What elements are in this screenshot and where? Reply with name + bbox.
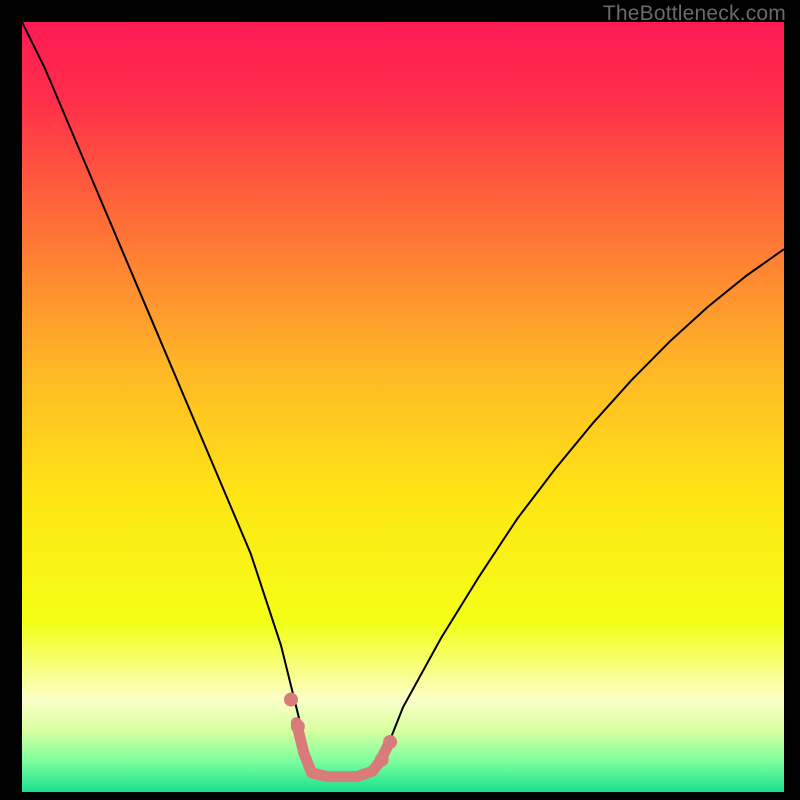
watermark-text: TheBottleneck.com	[603, 2, 786, 26]
sweet-spot-dots-point	[383, 735, 397, 749]
sweet-spot-dots-point	[375, 753, 389, 767]
sweet-spot-dots-point	[291, 720, 305, 734]
sweet-spot-band	[296, 723, 387, 777]
chart-frame: TheBottleneck.com	[0, 0, 800, 800]
bottleneck-curve	[22, 22, 784, 777]
curve-layer	[22, 22, 784, 792]
sweet-spot-dots-point	[284, 693, 298, 707]
plot-area	[22, 22, 784, 792]
